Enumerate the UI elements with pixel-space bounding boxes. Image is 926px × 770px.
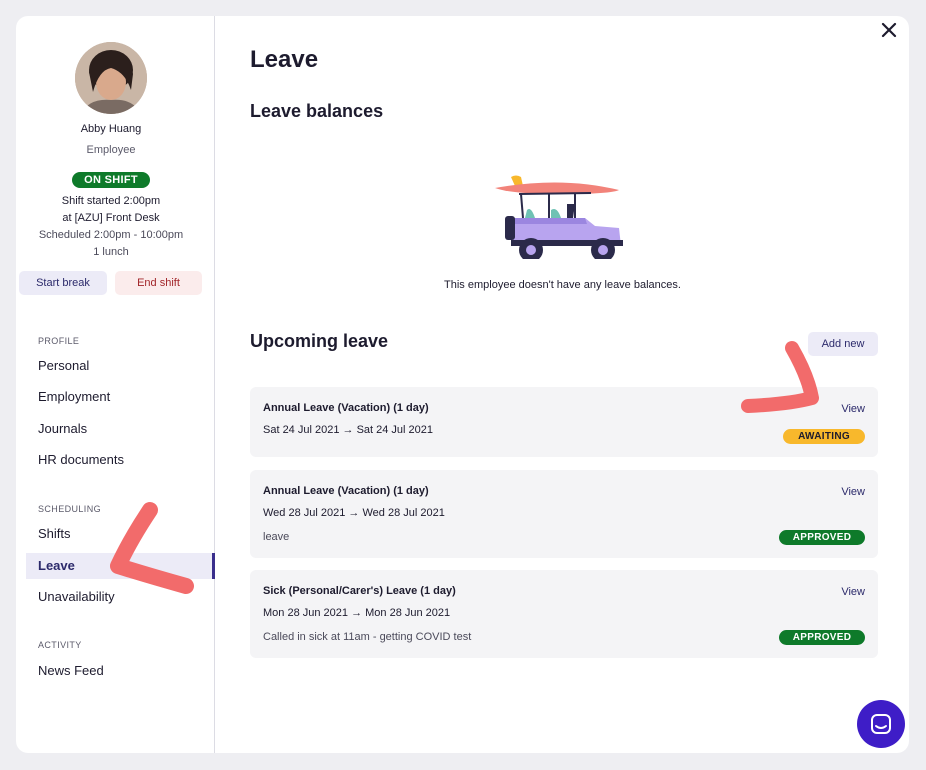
sidebar-item-employment[interactable]: Employment: [26, 384, 215, 410]
nav-section-activity: ACTIVITY: [38, 640, 82, 650]
leave-start-date: Sat 24 Jul 2021: [263, 424, 340, 436]
leave-card: Annual Leave (Vacation) (1 day) Sat 24 J…: [250, 387, 878, 457]
leave-note: leave: [263, 531, 290, 543]
nav-section-profile: PROFILE: [38, 336, 80, 346]
leave-title: Sick (Personal/Carer's) Leave (1 day): [263, 585, 456, 597]
leave-card: Annual Leave (Vacation) (1 day) Wed 28 J…: [250, 470, 878, 558]
start-break-button[interactable]: Start break: [19, 271, 107, 295]
on-shift-badge: ON SHIFT: [72, 172, 150, 188]
close-icon[interactable]: [878, 19, 900, 41]
arrow-right-icon: →: [348, 507, 360, 519]
view-leave-link[interactable]: View: [841, 403, 865, 415]
shift-started-text: Shift started 2:00pm: [61, 195, 161, 207]
employee-name: Abby Huang: [80, 123, 142, 135]
main-content: Leave Leave balances This employee doesn…: [216, 16, 909, 753]
upcoming-leave-heading: Upcoming leave: [250, 331, 389, 351]
shift-breaks-text: 1 lunch: [93, 246, 129, 258]
leave-dates: Mon 28 Jun 2021 → Mon 28 Jun 2021: [263, 607, 450, 619]
sidebar-item-hr-documents[interactable]: HR documents: [26, 447, 215, 473]
leave-card: Sick (Personal/Carer's) Leave (1 day) Mo…: [250, 570, 878, 658]
sidebar: Abby Huang Employee ON SHIFT Shift start…: [16, 16, 215, 753]
arrow-right-icon: →: [342, 424, 354, 436]
status-badge: AWAITING: [783, 429, 865, 444]
leave-dates: Sat 24 Jul 2021 → Sat 24 Jul 2021: [263, 424, 433, 436]
leave-end-date: Mon 28 Jun 2021: [365, 607, 451, 619]
arrow-right-icon: →: [351, 607, 363, 619]
status-badge: APPROVED: [779, 530, 865, 545]
chat-icon: [871, 714, 891, 734]
leave-end-date: Wed 28 Jul 2021: [362, 507, 445, 519]
end-shift-button[interactable]: End shift: [115, 271, 202, 295]
leave-title: Annual Leave (Vacation) (1 day): [263, 402, 429, 414]
chat-button[interactable]: [857, 700, 905, 748]
view-leave-link[interactable]: View: [841, 586, 865, 598]
sidebar-item-unavailability[interactable]: Unavailability: [26, 584, 215, 610]
view-leave-link[interactable]: View: [841, 486, 865, 498]
leave-dates: Wed 28 Jul 2021 → Wed 28 Jul 2021: [263, 507, 445, 519]
leave-balances-heading: Leave balances: [250, 101, 384, 121]
sidebar-item-personal[interactable]: Personal: [26, 353, 215, 379]
leave-end-date: Sat 24 Jul 2021: [356, 424, 434, 436]
leave-start-date: Mon 28 Jun 2021: [263, 607, 349, 619]
status-badge: APPROVED: [779, 630, 865, 645]
nav-section-scheduling: SCHEDULING: [38, 504, 102, 514]
sidebar-item-leave[interactable]: Leave: [26, 553, 215, 579]
sidebar-item-news-feed[interactable]: News Feed: [26, 658, 215, 684]
leave-note: Called in sick at 11am - getting COVID t…: [263, 631, 472, 643]
shift-location-text: at [AZU] Front Desk: [62, 212, 160, 224]
jeep-illustration: [495, 175, 623, 259]
sidebar-item-shifts[interactable]: Shifts: [26, 521, 215, 547]
shift-scheduled-text: Scheduled 2:00pm - 10:00pm: [38, 229, 184, 241]
employee-modal: Abby Huang Employee ON SHIFT Shift start…: [16, 16, 909, 753]
page-title: Leave: [250, 46, 319, 73]
leave-title: Annual Leave (Vacation) (1 day): [263, 485, 429, 497]
employee-role: Employee: [86, 144, 136, 156]
shift-info: Shift started 2:00pm at [AZU] Front Desk…: [16, 193, 206, 261]
leave-start-date: Wed 28 Jul 2021: [263, 507, 346, 519]
add-new-leave-button[interactable]: Add new: [808, 332, 878, 356]
leave-balances-empty-text: This employee doesn't have any leave bal…: [444, 279, 681, 291]
avatar: [75, 42, 147, 114]
sidebar-item-journals[interactable]: Journals: [26, 416, 215, 442]
